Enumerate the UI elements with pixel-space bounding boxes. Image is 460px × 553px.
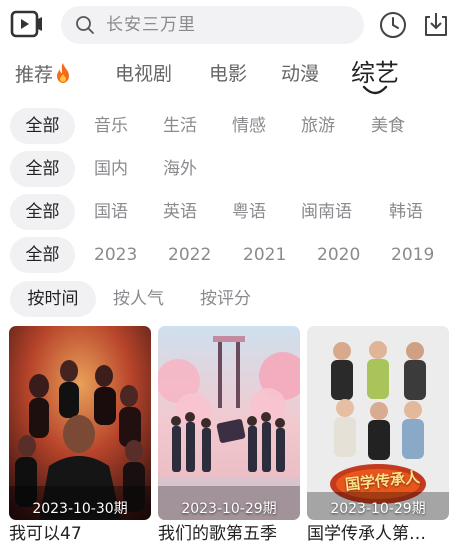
fire-icon bbox=[57, 63, 70, 83]
show-card[interactable]: 2023-10-29期 我们的歌第五季 bbox=[158, 326, 300, 545]
tab-anime[interactable]: 动漫 bbox=[281, 62, 319, 86]
sort-option[interactable]: 按评分 bbox=[200, 281, 251, 317]
filter-chip-selected[interactable]: 全部 bbox=[10, 237, 75, 273]
search-icon bbox=[76, 16, 94, 34]
filter-row-sort: 按时间 按人气 按评分 bbox=[0, 281, 460, 317]
tab-label: 推荐 bbox=[15, 64, 54, 86]
category-tabs: 推荐 电视剧 电影 动漫 综艺 bbox=[0, 56, 460, 96]
filter-row-language: 全部 国语 英语 粤语 闽南语 韩语 bbox=[0, 194, 460, 230]
filter-row-region: 全部 国内 海外 bbox=[0, 151, 460, 187]
search-bar[interactable]: 长安三万里 bbox=[61, 6, 364, 44]
episode-date: 2023-10-29期 bbox=[181, 501, 277, 517]
poster-art-image bbox=[9, 326, 151, 520]
tab-movies[interactable]: 电影 bbox=[209, 62, 247, 86]
episode-date: 2023-10-29期 bbox=[330, 501, 426, 517]
filter-option[interactable]: 2021 bbox=[243, 237, 286, 273]
filter-option[interactable]: 情感 bbox=[232, 108, 266, 144]
show-poster[interactable]: 2023-10-29期 bbox=[158, 326, 300, 520]
filter-option[interactable]: 闽南语 bbox=[301, 194, 352, 230]
tab-recommend[interactable]: 推荐 bbox=[15, 62, 72, 87]
filter-option[interactable]: 2020 bbox=[317, 237, 360, 273]
filter-option[interactable]: 海外 bbox=[163, 151, 197, 187]
filter-row-type: 全部 音乐 生活 情感 旅游 美食 bbox=[0, 108, 460, 144]
filter-chip-selected[interactable]: 全部 bbox=[10, 108, 75, 144]
filter-option[interactable]: 英语 bbox=[163, 194, 197, 230]
filter-chip-selected[interactable]: 全部 bbox=[10, 194, 75, 230]
show-card[interactable]: 2023-10-30期 我可以47 bbox=[9, 326, 151, 545]
filter-option[interactable]: 音乐 bbox=[94, 108, 128, 144]
clock-icon[interactable] bbox=[378, 10, 408, 40]
active-tab-indicator-icon bbox=[362, 85, 388, 95]
download-icon[interactable] bbox=[421, 10, 451, 40]
show-poster[interactable]: 2023-10-30期 bbox=[9, 326, 151, 520]
show-title[interactable]: 我可以47 bbox=[9, 523, 151, 545]
show-card[interactable]: 国学传承人 2023-10-29期 国学传承人第… bbox=[307, 326, 449, 545]
show-title[interactable]: 国学传承人第… bbox=[307, 523, 449, 545]
video-play-icon[interactable] bbox=[10, 9, 44, 39]
filter-option[interactable]: 2022 bbox=[168, 237, 211, 273]
poster-art-image bbox=[307, 326, 449, 520]
filter-option[interactable]: 2023 bbox=[94, 237, 137, 273]
top-bar: 长安三万里 bbox=[0, 0, 460, 52]
filter-option[interactable]: 韩语 bbox=[389, 194, 423, 230]
filter-option[interactable]: 国内 bbox=[94, 151, 128, 187]
filter-row-year: 全部 2023 2022 2021 2020 2019 bbox=[0, 237, 460, 273]
filter-option[interactable]: 粤语 bbox=[232, 194, 266, 230]
sort-chip-selected[interactable]: 按时间 bbox=[10, 281, 96, 317]
sort-option[interactable]: 按人气 bbox=[113, 281, 164, 317]
tab-tv-series[interactable]: 电视剧 bbox=[115, 62, 172, 86]
filter-option[interactable]: 国语 bbox=[94, 194, 128, 230]
search-placeholder: 长安三万里 bbox=[106, 15, 196, 35]
poster-art-image bbox=[158, 326, 300, 520]
show-poster[interactable]: 国学传承人 2023-10-29期 bbox=[307, 326, 449, 520]
show-title[interactable]: 我们的歌第五季 bbox=[158, 523, 300, 545]
filter-option[interactable]: 旅游 bbox=[301, 108, 335, 144]
episode-date: 2023-10-30期 bbox=[32, 501, 128, 517]
filter-option[interactable]: 生活 bbox=[163, 108, 197, 144]
filter-chip-selected[interactable]: 全部 bbox=[10, 151, 75, 187]
filter-option[interactable]: 美食 bbox=[371, 108, 405, 144]
filter-option[interactable]: 2019 bbox=[391, 237, 434, 273]
